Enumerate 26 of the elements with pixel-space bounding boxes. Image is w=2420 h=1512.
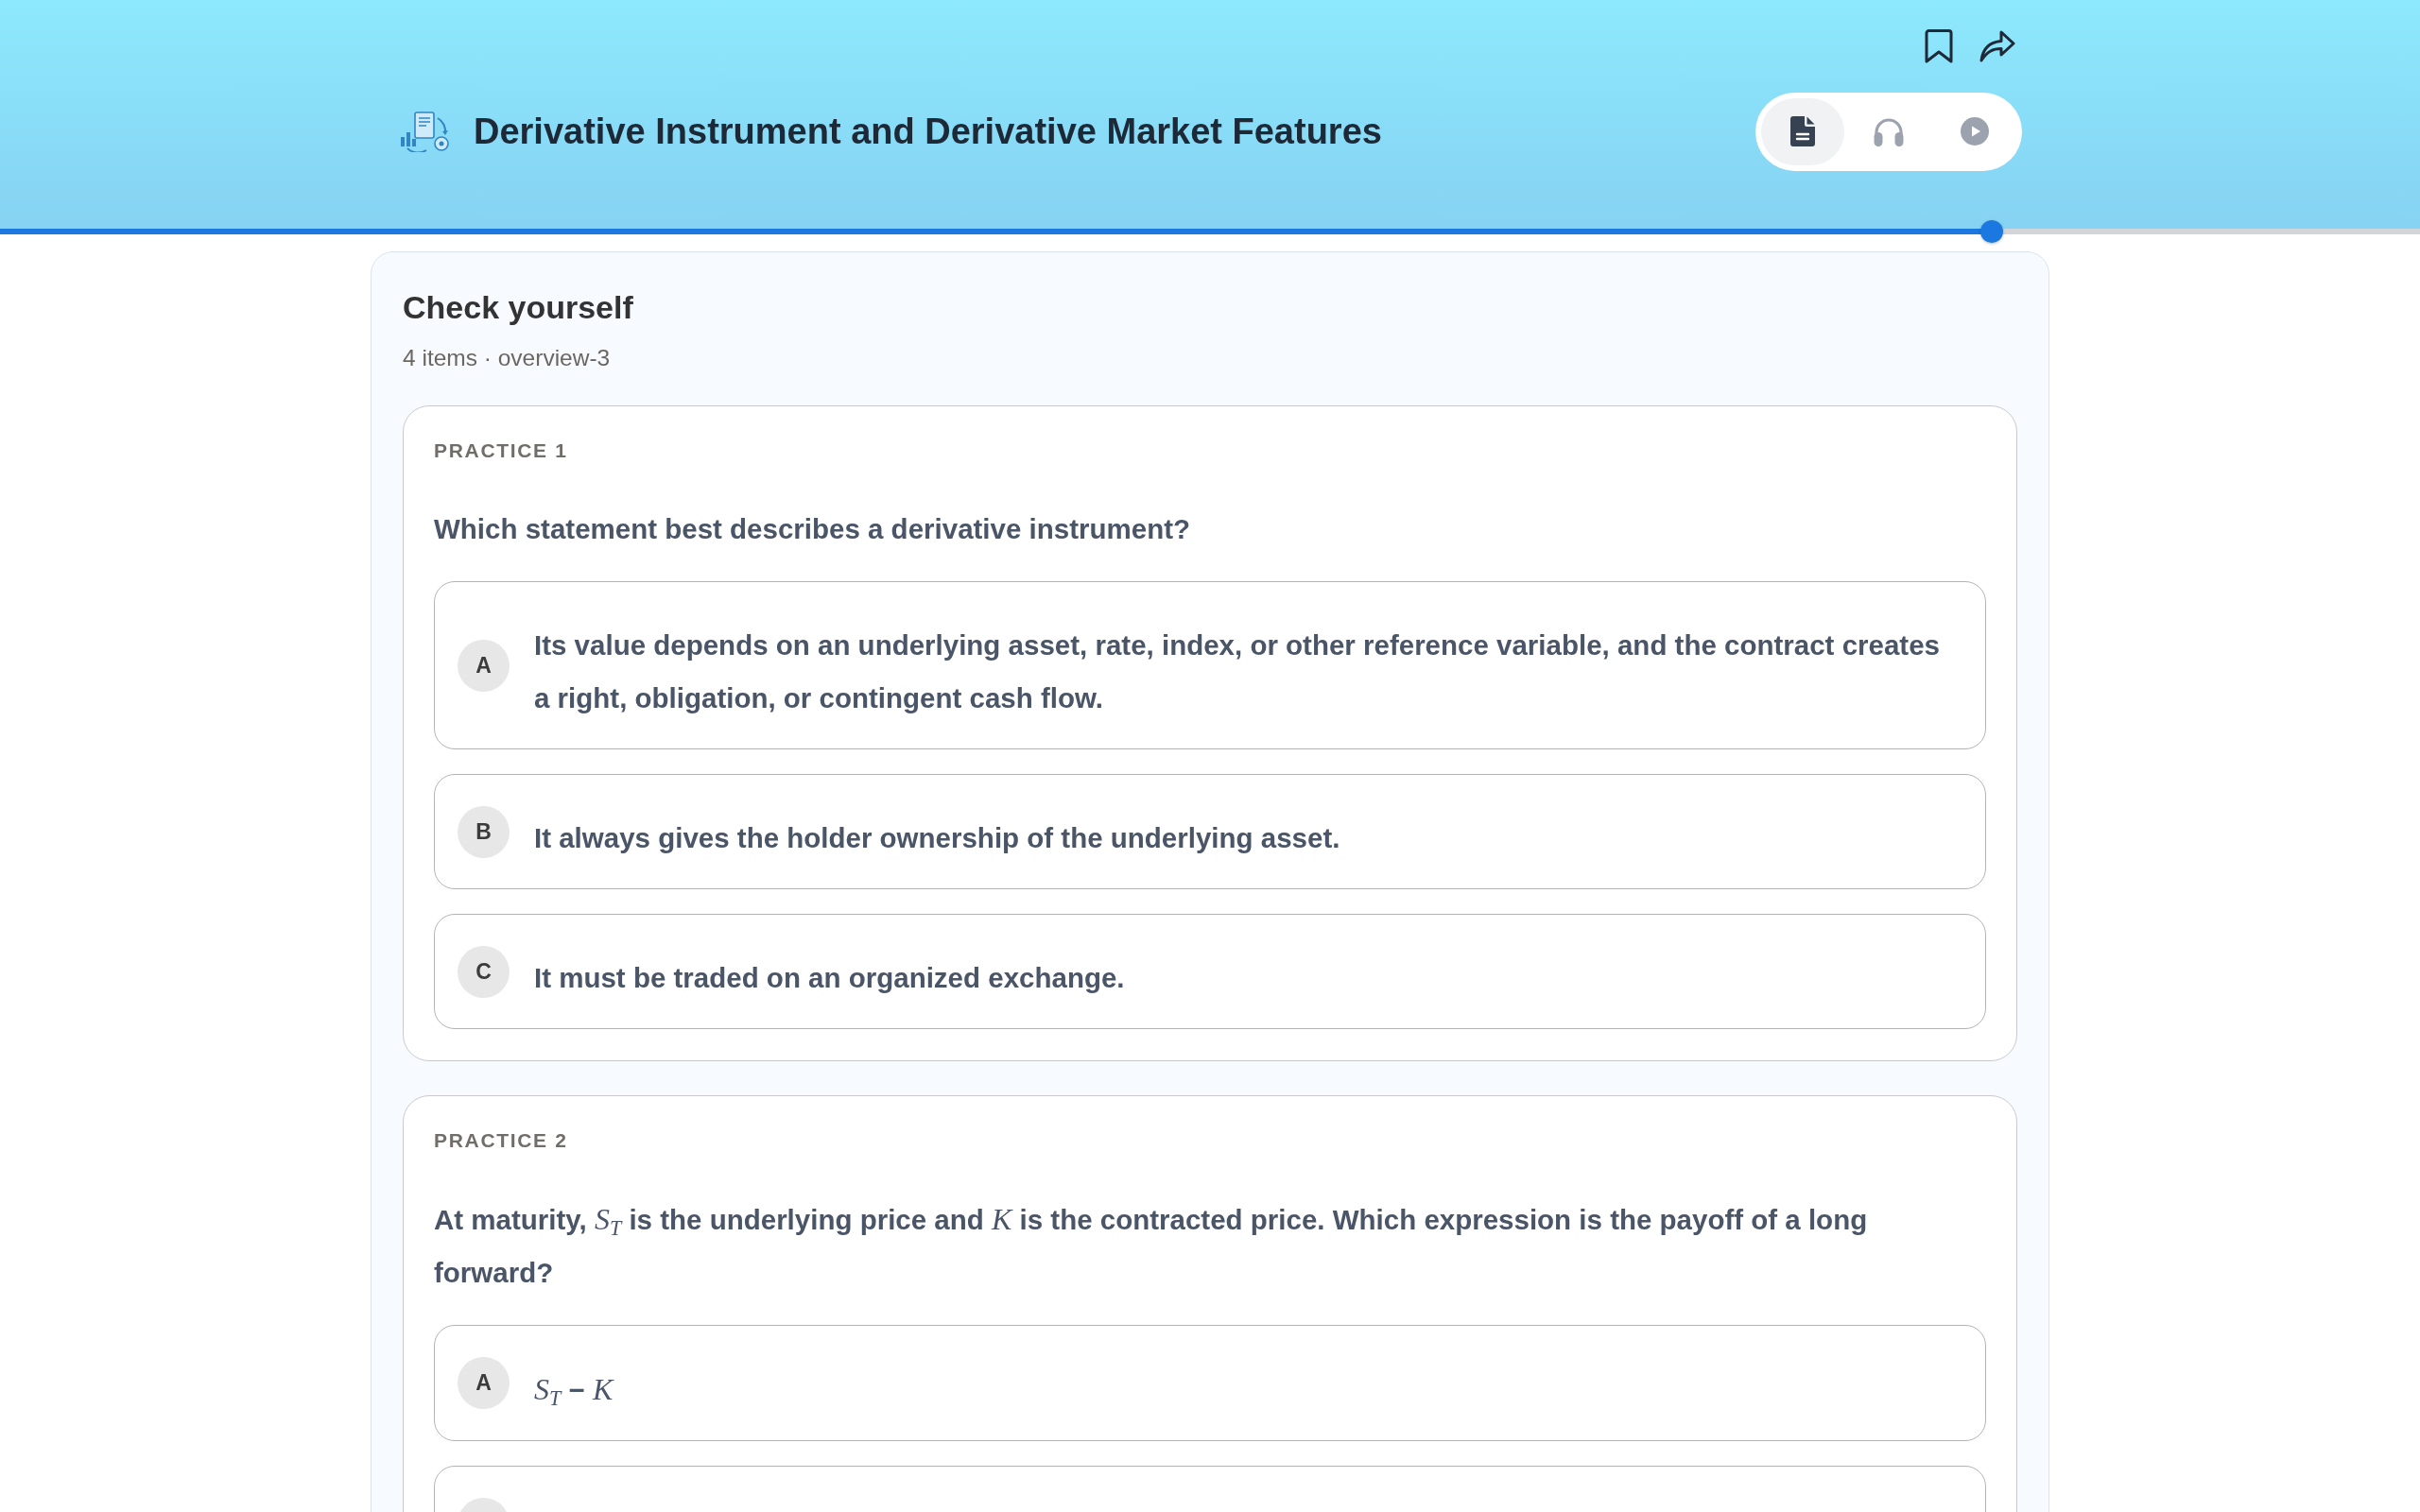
answer-option[interactable]: B It always gives the holder ownership of the underlying asset. <box>434 774 1986 889</box>
answer-option[interactable]: A S$_{T}$ − K <box>434 1325 1986 1441</box>
document-icon <box>1790 116 1815 146</box>
option-letter: A <box>458 639 510 692</box>
option-text: It always gives the holder ownership of the underlying asset. <box>534 821 1340 855</box>
section-title: Check yourself <box>403 288 634 327</box>
option-letter: C <box>458 945 510 998</box>
answer-option[interactable]: A Its value depends on an underlying asset, rate, index, or other reference variable, and the contract creates a right, obligation, or contingent cash flow. <box>434 581 1986 749</box>
option-text: S$_{T}$ − K <box>534 1371 614 1412</box>
section-subtitle: 4 items · overview-3 <box>403 344 612 372</box>
play-icon <box>1961 117 1989 146</box>
bookmark-icon[interactable] <box>1925 29 1953 63</box>
practice-label: PRACTICE 2 <box>434 1128 569 1153</box>
option-letter: A <box>458 1357 510 1409</box>
option-text: It must be traded on an organized exchange. <box>534 961 1125 995</box>
option-letter: B <box>458 805 510 858</box>
progress-track[interactable] <box>0 220 2420 243</box>
question-text: Which statement best describes a derivative instrument? <box>434 512 1191 546</box>
practice-label: PRACTICE 1 <box>434 438 569 463</box>
answer-option[interactable]: C It must be traded on an organized exchange. <box>434 914 1986 1029</box>
question-text: At maturity, S$_{T}$ is the underlying price and K is the contracted price. Which expression is the payoff of a long forward? <box>434 1201 1869 1290</box>
share-icon[interactable] <box>1979 30 2015 62</box>
mode-tab[interactable] <box>1761 97 1844 165</box>
option-text: Its value depends on an underlying asset, rate, index, or other reference variable, and the contract creates a right, obligation, or contingent cash flow. <box>534 628 1941 715</box>
headphones-icon <box>1873 116 1905 146</box>
page-title: Derivative Instrument and Derivative Market Features <box>474 111 1382 153</box>
